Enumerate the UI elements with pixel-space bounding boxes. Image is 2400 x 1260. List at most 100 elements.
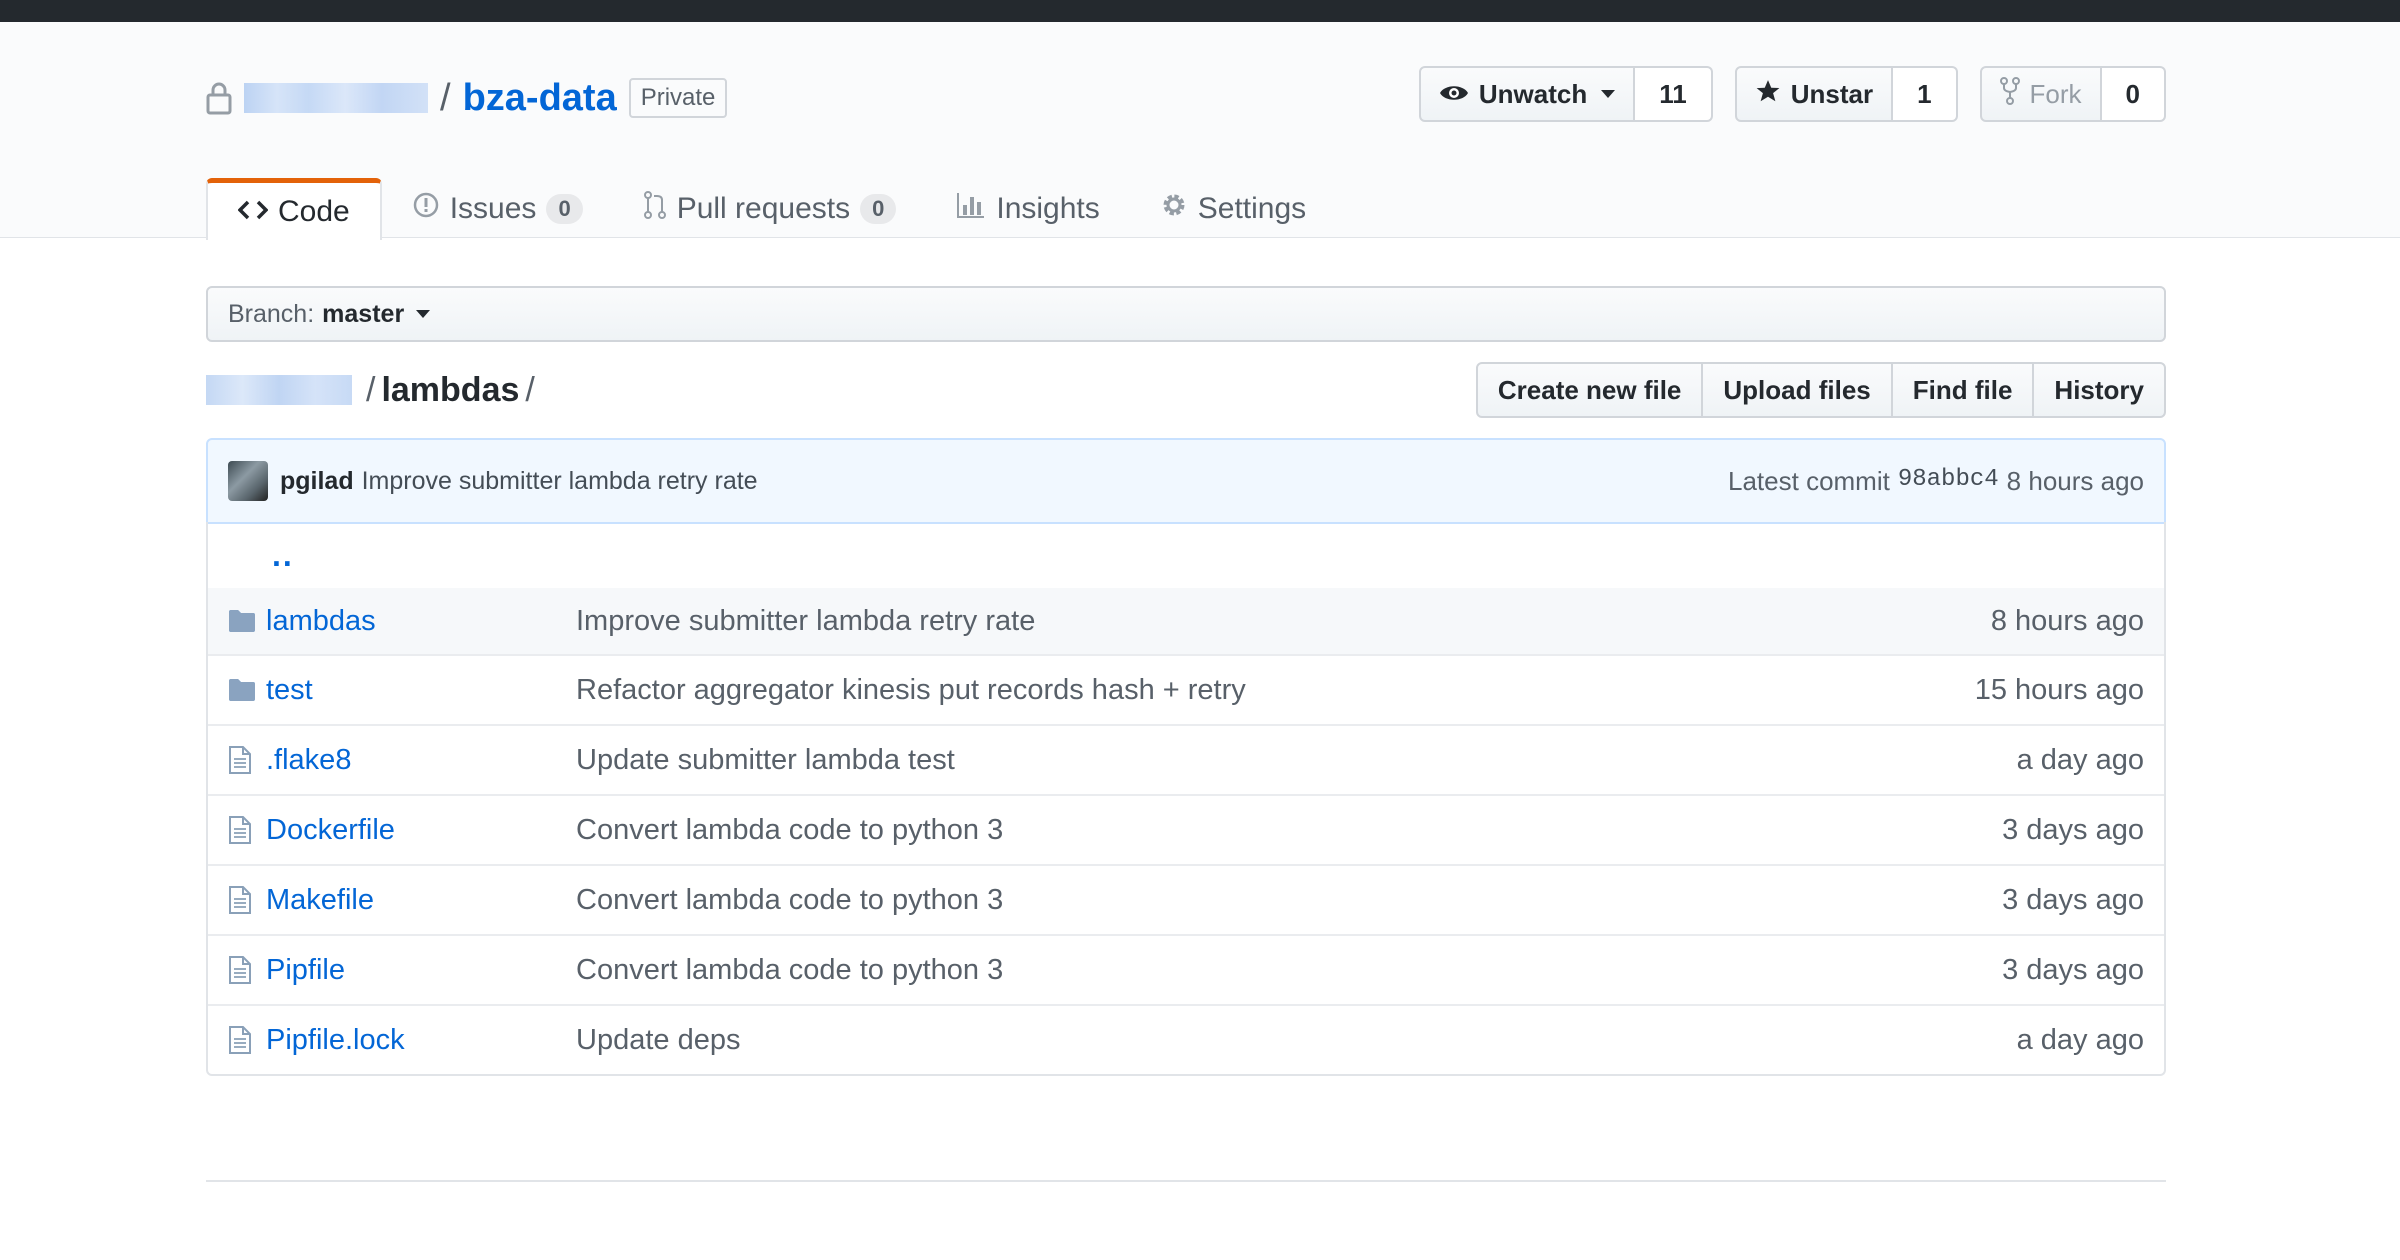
file-icon <box>208 815 266 845</box>
issues-counter: 0 <box>546 193 583 224</box>
file-commit-message[interactable]: Convert lambda code to python 3 <box>576 954 2164 987</box>
upload-files-button[interactable]: Upload files <box>1701 362 1893 418</box>
file-name-link[interactable]: test <box>266 674 576 707</box>
commit-author[interactable]: pgilad <box>280 467 354 496</box>
file-icon <box>208 955 266 985</box>
file-icon <box>208 1025 266 1055</box>
file-age: a day ago <box>2016 1023 2144 1056</box>
file-name-link[interactable]: .flake8 <box>266 744 576 777</box>
file-table: .. lambdas Improve submitter lambda retry… <box>206 522 2166 1076</box>
folder-icon <box>208 609 266 633</box>
table-row: Dockerfile Convert lambda code to python … <box>208 794 2164 864</box>
caret-down-icon <box>416 310 431 318</box>
owner-name-redacted[interactable] <box>244 83 428 113</box>
watch-group: Unwatch 11 <box>1418 66 1713 122</box>
file-commit-message[interactable]: Update submitter lambda test <box>576 744 2164 777</box>
file-icon <box>208 885 266 915</box>
table-row: test Refactor aggregator kinesis put reco… <box>208 654 2164 724</box>
repo-nav-tabs: Code Issues 0 Pull requests 0 Insights S… <box>206 178 2166 240</box>
top-bar <box>0 0 2400 22</box>
latest-commit-prefix: Latest commit <box>1728 465 1890 496</box>
watch-count[interactable]: 11 <box>1635 66 1713 122</box>
tab-pull-requests-label: Pull requests <box>676 191 851 225</box>
file-name-link[interactable]: Pipfile <box>266 954 576 987</box>
star-group: Unstar 1 <box>1734 66 1958 122</box>
commit-sha[interactable]: 98abbc4 <box>1898 466 1999 497</box>
breadcrumb-trailing-separator: / <box>525 370 535 409</box>
file-commit-message[interactable]: Refactor aggregator kinesis put records … <box>576 674 2164 707</box>
file-commit-message[interactable]: Improve submitter lambda retry rate <box>576 605 2164 638</box>
branch-name: master <box>322 299 405 328</box>
tab-insights-label: Insights <box>996 191 1100 225</box>
find-file-button[interactable]: Find file <box>1890 362 2035 418</box>
file-commit-message[interactable]: Convert lambda code to python 3 <box>576 884 2164 917</box>
caret-down-icon <box>1601 90 1616 98</box>
commit-message[interactable]: Improve submitter lambda retry rate <box>362 467 758 496</box>
file-name-link[interactable]: Dockerfile <box>266 814 576 847</box>
table-row-parent-dir: .. <box>208 522 2164 588</box>
fork-label: Fork <box>2029 78 2082 109</box>
table-row: Pipfile Convert lambda code to python 33 … <box>208 934 2164 1004</box>
file-navigation: Create new file Upload files Find file H… <box>1475 362 2166 418</box>
fork-button[interactable]: Fork <box>1979 66 2102 122</box>
file-commit-message[interactable]: Convert lambda code to python 3 <box>576 814 2164 847</box>
history-button[interactable]: History <box>2032 362 2166 418</box>
repo-path-separator: / <box>440 76 451 119</box>
file-age: 3 days ago <box>2002 953 2144 986</box>
file-age: 15 hours ago <box>1974 673 2144 706</box>
tab-settings[interactable]: Settings <box>1130 178 1336 239</box>
file-age: 3 days ago <box>2002 883 2144 916</box>
avatar[interactable] <box>228 461 268 501</box>
unwatch-label: Unwatch <box>1478 78 1588 109</box>
star-icon <box>1755 78 1781 111</box>
folder-icon <box>208 678 266 702</box>
table-row: lambdas Improve submitter lambda retry ra… <box>208 588 2164 654</box>
file-age: a day ago <box>2016 743 2144 776</box>
table-row: Pipfile.lock Update deps a day ago <box>208 1004 2164 1074</box>
file-age: 8 hours ago <box>1990 604 2144 637</box>
tab-issues-label: Issues <box>449 191 537 225</box>
breadcrumb-root-redacted[interactable] <box>206 375 352 405</box>
file-name-link[interactable]: Makefile <box>266 884 576 917</box>
file-commit-message[interactable]: Update deps <box>576 1024 2164 1057</box>
branch-prefix: Branch: <box>228 299 315 328</box>
parent-directory-link[interactable]: .. <box>272 537 294 574</box>
file-name-link[interactable]: lambdas <box>266 605 576 638</box>
code-icon <box>237 195 269 229</box>
unstar-button[interactable]: Unstar <box>1734 66 1894 122</box>
latest-commit-info: Latest commit 98abbc4 8 hours ago <box>1728 466 2144 497</box>
tab-insights[interactable]: Insights <box>926 178 1129 239</box>
repo-actions: Unwatch 11 Unstar 1 Fork 0 <box>1418 66 2166 122</box>
git-pull-request-icon <box>643 190 667 228</box>
graph-icon <box>956 191 986 227</box>
breadcrumb-current: lambdas <box>381 370 520 409</box>
tab-issues[interactable]: Issues 0 <box>382 178 613 239</box>
lock-icon <box>206 81 232 115</box>
fork-group: Fork 0 <box>1979 66 2166 122</box>
unstar-label: Unstar <box>1790 78 1874 109</box>
branch-select-button[interactable]: Branch: master <box>206 286 2166 342</box>
fork-count[interactable]: 0 <box>2101 66 2166 122</box>
tab-code-label: Code <box>278 194 350 228</box>
footer-divider <box>206 1180 2166 1182</box>
unwatch-button[interactable]: Unwatch <box>1418 66 1636 122</box>
breadcrumb: / lambdas / Create new file Upload files… <box>206 362 2166 418</box>
breadcrumb-separator: / <box>366 370 376 409</box>
file-name-link[interactable]: Pipfile.lock <box>266 1024 576 1057</box>
tab-code[interactable]: Code <box>206 178 382 240</box>
private-label: Private <box>628 78 728 118</box>
repo-name-link[interactable]: bza-data <box>463 77 617 120</box>
eye-icon <box>1439 79 1469 110</box>
create-new-file-button[interactable]: Create new file <box>1475 362 1704 418</box>
repo-header: / bza-data Private Unwatch 11 Unstar 1 F… <box>0 22 2400 240</box>
star-count[interactable]: 1 <box>1893 66 1958 122</box>
pull-requests-counter: 0 <box>860 193 897 224</box>
commit-age: 8 hours ago <box>2006 465 2144 496</box>
tab-pull-requests[interactable]: Pull requests 0 <box>613 178 927 239</box>
table-row: .flake8 Update submitter lambda test a day… <box>208 724 2164 794</box>
table-row: Makefile Convert lambda code to python 33… <box>208 864 2164 934</box>
latest-commit-bar: pgilad Improve submitter lambda retry ra… <box>206 438 2166 524</box>
gear-icon <box>1160 191 1188 227</box>
issue-opened-icon <box>412 191 440 227</box>
tab-settings-label: Settings <box>1197 191 1307 225</box>
